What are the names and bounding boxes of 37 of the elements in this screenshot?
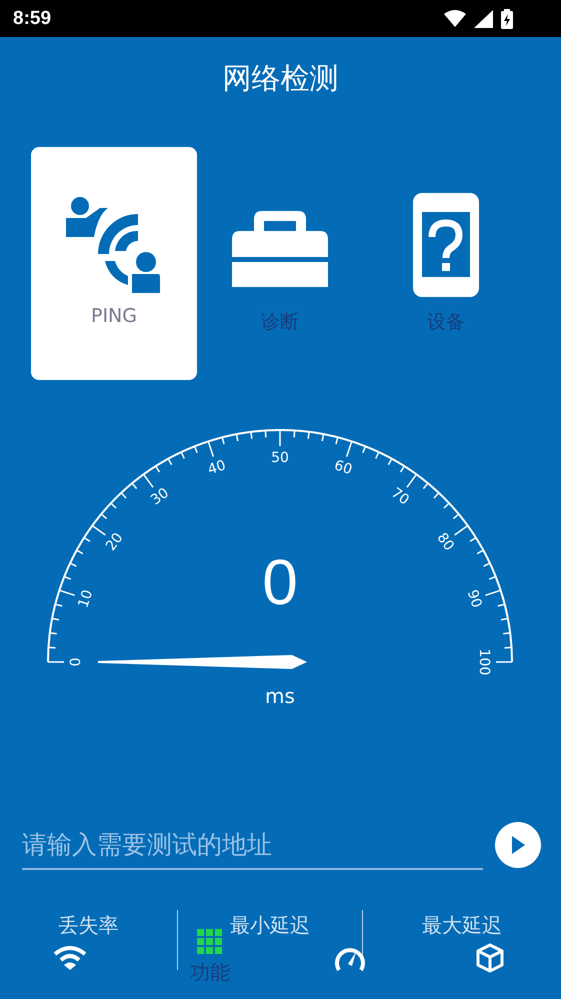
stat-label: 丢失率 — [58, 912, 118, 939]
play-icon — [511, 836, 525, 854]
status-time: 8:59 — [13, 8, 52, 30]
gauge-tick-label: 50 — [271, 450, 289, 466]
people-signal-icon — [66, 197, 162, 293]
tool-label: 诊断 — [261, 310, 299, 335]
gauge-tick-label: 10 — [75, 588, 96, 610]
gauge-tick-label: 70 — [388, 485, 412, 509]
stat-label: 最大延迟 — [422, 912, 502, 939]
tool-tile[interactable]: 设备 — [363, 147, 529, 380]
signal-icon — [474, 10, 493, 28]
tool-tile[interactable]: 诊断 — [197, 147, 363, 380]
wifi-icon[interactable] — [53, 946, 87, 970]
gauge-tick-label: 100 — [476, 648, 492, 676]
gauge-unit: ms — [265, 684, 295, 708]
tool-tile[interactable]: PING — [31, 147, 197, 380]
page-title: 网络检测 — [222, 60, 340, 96]
gauge-tick-label: 60 — [332, 457, 354, 478]
toolbox-icon — [232, 211, 328, 287]
gauge-tick-label: 0 — [68, 658, 84, 666]
gauge-tick-label: 20 — [103, 530, 127, 554]
play-button[interactable] — [495, 822, 541, 868]
gauge-tick-label: 40 — [206, 457, 228, 478]
wifi-icon — [444, 10, 466, 27]
stat-label: 最小延迟 — [230, 912, 310, 939]
phone-question-icon — [413, 193, 479, 297]
address-field[interactable]: 请输入需要测试的地址 — [22, 820, 483, 870]
gauge-tick-label: 80 — [433, 530, 457, 554]
gauge-tick-label: 30 — [148, 485, 172, 509]
grid-icon[interactable] — [197, 929, 223, 955]
gauge-value: 0 — [262, 546, 298, 618]
tool-label: 设备 — [427, 310, 465, 335]
tool-label: PING — [91, 305, 137, 327]
gauge-tick-label: 90 — [464, 588, 485, 610]
cube-icon[interactable] — [476, 942, 504, 972]
nav-label[interactable]: 功能 — [190, 959, 230, 986]
battery-icon — [501, 8, 513, 28]
